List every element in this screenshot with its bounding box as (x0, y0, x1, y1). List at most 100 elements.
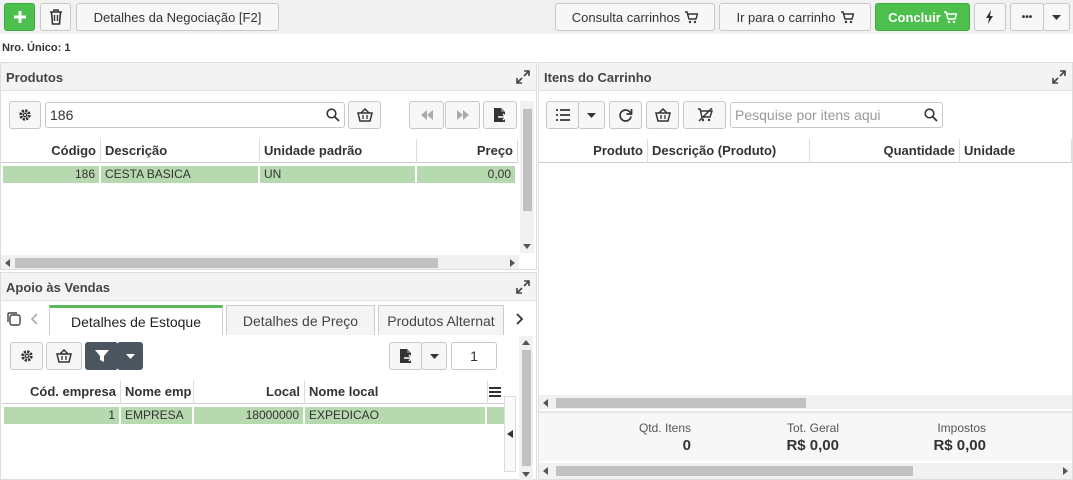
col-nome-local[interactable]: Nome local (305, 380, 488, 404)
produtos-title: Produtos (6, 70, 64, 85)
col-descricao-produto[interactable]: Descrição (Produto) (648, 139, 810, 163)
go-to-cart-button[interactable]: Ir para o carrinho (719, 3, 871, 31)
rewind-icon (420, 110, 433, 120)
col-codigo[interactable]: Código (1, 139, 101, 163)
carrinho-grid-header: Produto Descrição (Produto) Quantidade U… (539, 139, 1072, 163)
scroll-right-icon[interactable] (510, 259, 515, 267)
apoio-export-button[interactable] (389, 342, 422, 370)
export-dropdown-button[interactable] (421, 342, 447, 370)
tab-label: Detalhes de Preço (242, 312, 359, 329)
produtos-hscroll[interactable] (1, 255, 519, 269)
conclude-button[interactable]: Concluir (875, 3, 970, 31)
carrinho-hscroll-thumb[interactable] (556, 398, 806, 408)
col-local[interactable]: Local (194, 380, 305, 404)
cell-descricao: CESTA BASICA (101, 166, 260, 183)
col-unidade[interactable]: Unidade (960, 139, 1072, 163)
cell-local: 18000000 (194, 407, 305, 424)
conclude-label: Concluir (888, 9, 941, 25)
col-produto[interactable]: Produto (539, 139, 648, 163)
list-view-button[interactable] (546, 101, 579, 129)
carrinho-basket-button[interactable] (646, 101, 679, 129)
carrinho-header: Itens do Carrinho (539, 63, 1072, 91)
tab-produtos-alternativos[interactable]: Produtos Alternat (378, 305, 504, 335)
produtos-search-input[interactable]: 186 (45, 102, 345, 128)
carrinho-search-input[interactable]: Pesquise por itens aqui (730, 102, 943, 128)
scroll-left-icon[interactable] (5, 259, 10, 267)
col-nome-emp[interactable]: Nome emp (121, 380, 194, 404)
filter-button[interactable] (85, 342, 118, 370)
scroll-right-icon[interactable] (1063, 467, 1068, 475)
copy-icon[interactable] (6, 311, 22, 327)
lightning-icon (986, 10, 993, 24)
tot-geral-label: Tot. Geral (786, 421, 839, 435)
qtd-itens-value: 0 (682, 437, 691, 454)
file-export-icon (494, 108, 507, 122)
col-preco[interactable]: Preço (417, 139, 518, 163)
page-number-input[interactable]: 1 (451, 342, 497, 370)
caret-down-icon (587, 112, 596, 118)
clear-cart-button[interactable] (683, 101, 726, 129)
cart-icon (685, 10, 699, 23)
tab-detalhes-estoque[interactable]: Detalhes de Estoque (49, 305, 223, 335)
cell-nome-local: EXPEDICAO (305, 407, 487, 424)
scroll-down-icon[interactable] (523, 244, 531, 249)
col-cod-empresa[interactable]: Cód. empresa (2, 380, 121, 404)
produtos-settings-button[interactable] (9, 101, 41, 129)
scroll-up-icon[interactable] (522, 340, 530, 345)
expand-icon[interactable] (516, 280, 530, 294)
delete-button[interactable] (40, 3, 71, 31)
consult-carts-button[interactable]: Consulta carrinhos (555, 3, 715, 31)
cell-codigo: 186 (3, 166, 101, 183)
negotiation-details-button[interactable]: Detalhes da Negociação [F2] (76, 3, 279, 31)
tab-next-icon[interactable] (516, 313, 524, 325)
apoio-settings-button[interactable] (10, 342, 43, 370)
tab-label: Detalhes de Estoque (71, 313, 201, 330)
cart-icon (943, 10, 957, 23)
add-button[interactable] (4, 3, 35, 31)
qtd-itens-label: Qtd. Itens (638, 421, 691, 435)
col-quantidade[interactable]: Quantidade (810, 139, 960, 163)
produtos-basket-button[interactable] (348, 101, 381, 129)
more-options-button[interactable]: ••• (1010, 3, 1044, 31)
search-icon[interactable] (924, 108, 938, 122)
next-page-button[interactable] (445, 101, 480, 129)
more-options-label: ••• (1021, 11, 1033, 23)
produtos-hscroll-thumb[interactable] (15, 258, 438, 268)
produtos-search-value: 186 (50, 107, 74, 123)
tot-geral-value: R$ 0,00 (786, 437, 839, 454)
produtos-export-button[interactable] (483, 101, 517, 129)
expand-icon[interactable] (1052, 70, 1066, 84)
filter-dropdown-button[interactable] (117, 342, 143, 370)
more-dropdown-button[interactable] (1043, 3, 1070, 31)
list-view-dropdown-button[interactable] (578, 101, 605, 129)
carrinho-bottom-hscroll-thumb[interactable] (556, 466, 913, 476)
tab-detalhes-preco[interactable]: Detalhes de Preço (226, 305, 375, 335)
produtos-vscroll-thumb[interactable] (523, 109, 532, 211)
caret-down-icon (1052, 14, 1061, 20)
scroll-down-icon[interactable] (522, 472, 530, 477)
carrinho-bottom-hscroll[interactable] (539, 463, 1072, 479)
produtos-vscroll[interactable] (520, 101, 534, 253)
apoio-vscroll[interactable] (519, 336, 533, 480)
apoio-basket-button[interactable] (46, 342, 82, 370)
page-number-value: 1 (470, 348, 478, 364)
carrinho-hscroll[interactable] (539, 395, 1072, 409)
search-icon[interactable] (326, 108, 340, 122)
scroll-left-icon[interactable] (543, 399, 548, 407)
expand-icon[interactable] (516, 70, 530, 84)
col-descricao[interactable]: Descrição (101, 139, 260, 163)
col-unidade-padrao[interactable]: Unidade padrão (260, 139, 417, 163)
apoio-vscroll-thumb[interactable] (522, 350, 531, 466)
first-page-button[interactable] (409, 101, 444, 129)
caret-down-icon (125, 353, 135, 359)
tab-prev-icon[interactable] (31, 313, 38, 325)
refresh-button[interactable] (609, 101, 642, 129)
scroll-left-icon[interactable] (543, 467, 548, 475)
row-expand-toggle[interactable] (504, 396, 516, 472)
caret-left-icon (507, 430, 513, 438)
plus-icon (13, 11, 26, 23)
basket-icon (654, 108, 671, 122)
actions-button[interactable] (974, 3, 1006, 31)
columns-menu-icon[interactable] (489, 387, 501, 397)
carrinho-title: Itens do Carrinho (544, 70, 652, 85)
